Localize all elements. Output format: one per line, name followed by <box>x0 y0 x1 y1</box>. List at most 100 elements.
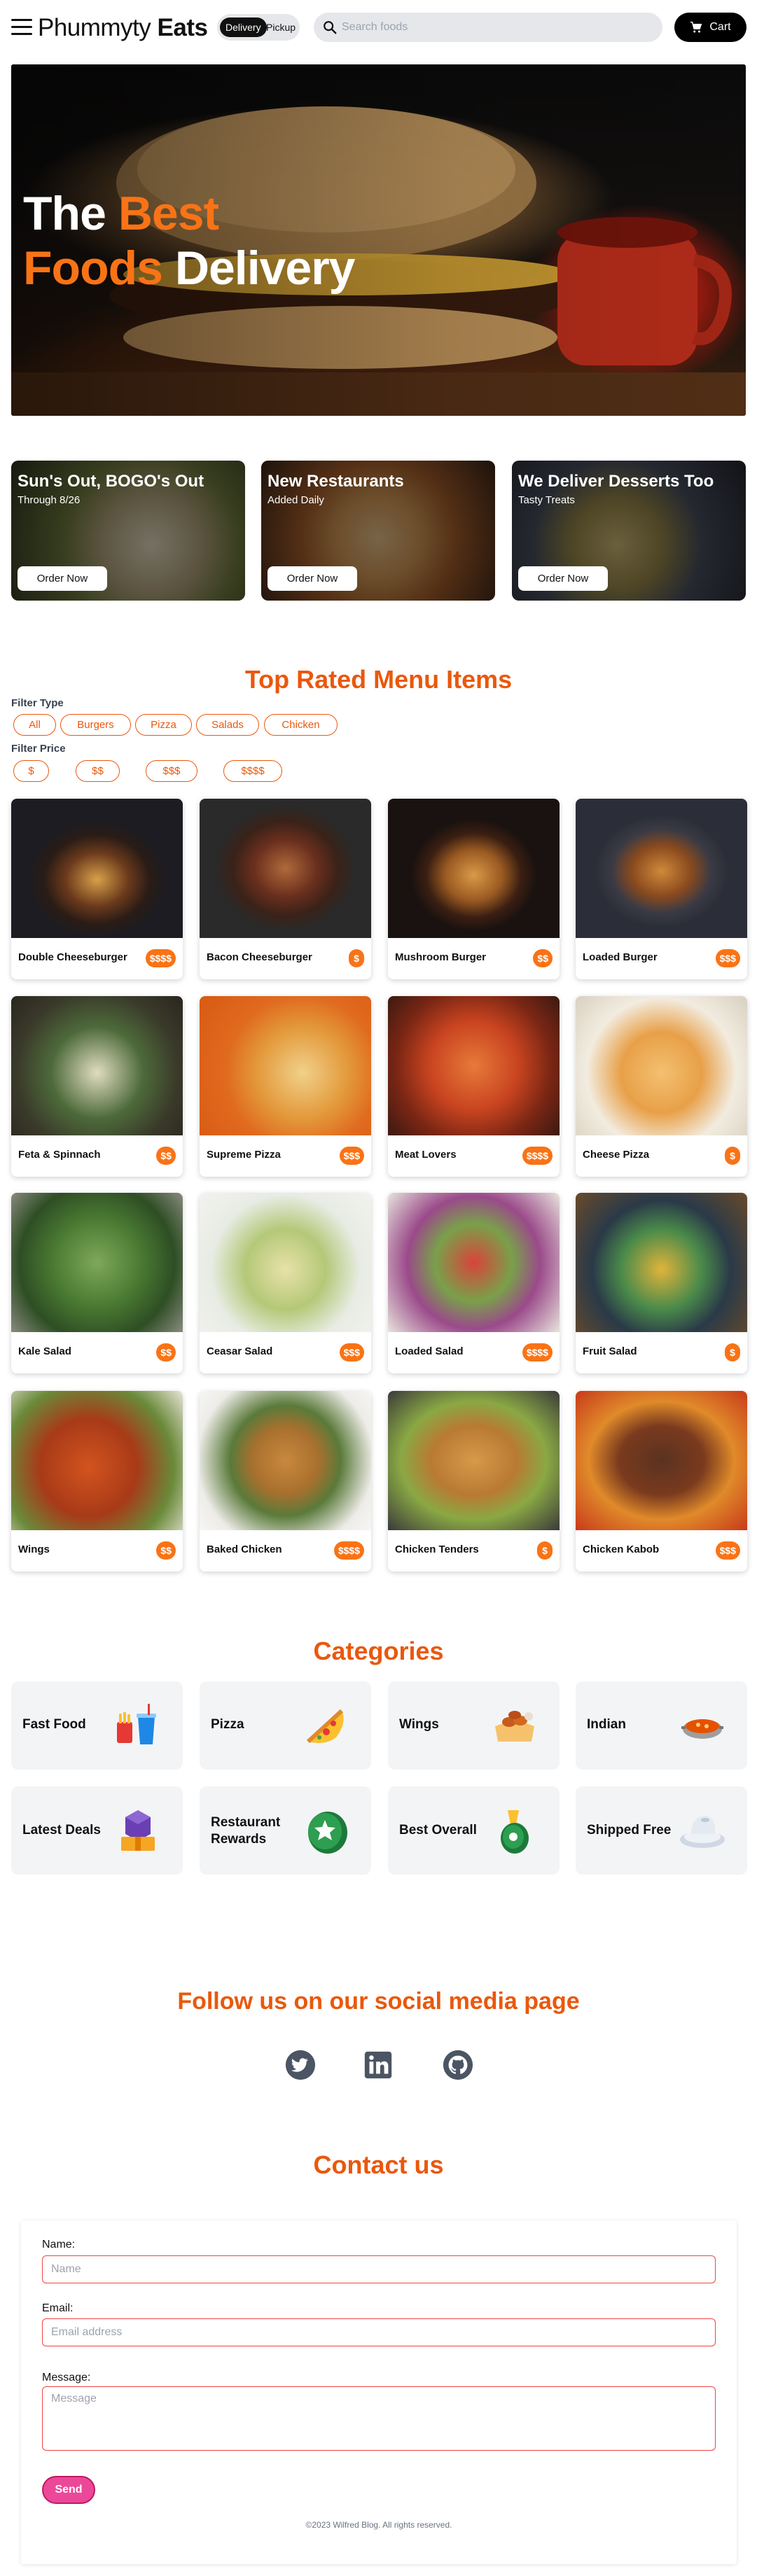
filter-type-salads[interactable]: Salads <box>196 714 259 736</box>
category-wings[interactable]: Wings <box>388 1681 560 1770</box>
hamburger-menu-icon[interactable] <box>11 19 32 36</box>
filter-price-4[interactable]: $$$$ <box>223 760 282 782</box>
item-name: Supreme Pizza <box>207 1149 281 1161</box>
menu-item-card[interactable]: Baked Chicken $$$$ <box>200 1391 371 1572</box>
item-name: Cheese Pizza <box>583 1149 650 1161</box>
filter-type-burgers[interactable]: Burgers <box>60 714 131 736</box>
menu-item-card[interactable]: Chicken Kabob $$$ <box>576 1391 747 1572</box>
github-icon[interactable] <box>442 2049 474 2081</box>
cart-icon <box>690 21 702 33</box>
filter-price-label: Filter Price <box>11 743 66 755</box>
category-indian[interactable]: Indian <box>576 1681 747 1770</box>
email-field[interactable] <box>42 2318 716 2346</box>
fast-food-icon <box>117 1704 156 1744</box>
category-best-overall[interactable]: Best Overall <box>388 1786 560 1875</box>
order-now-button[interactable]: Order Now <box>518 566 608 591</box>
category-name: Latest Deals <box>22 1823 101 1837</box>
menu-item-card[interactable]: Feta & Spinnach $$ <box>11 996 183 1177</box>
promo-card-desserts[interactable]: We Deliver Desserts Too Tasty Treats Ord… <box>512 461 746 601</box>
delivery-option[interactable]: Delivery <box>220 18 267 37</box>
price-badge: $$$ <box>339 1343 364 1362</box>
filter-type-chicken[interactable]: Chicken <box>264 714 338 736</box>
delivery-pickup-toggle[interactable]: Delivery Pickup <box>217 14 300 41</box>
menu-item-card[interactable]: Loaded Salad $$$$ <box>388 1193 560 1373</box>
search-bar <box>314 13 662 42</box>
filter-price-2[interactable]: $$ <box>76 760 120 782</box>
filter-price-1[interactable]: $ <box>13 760 49 782</box>
menu-item-card[interactable]: Double Cheeseburger $$$$ <box>11 799 183 979</box>
filter-type-all[interactable]: All <box>13 714 56 736</box>
menu-item-card[interactable]: Supreme Pizza $$$ <box>200 996 371 1177</box>
shipped-free-icon <box>680 1816 725 1848</box>
promo-card-bogo[interactable]: Sun's Out, BOGO's Out Through 8/26 Order… <box>11 461 245 601</box>
hero-title: The Best Foods Delivery <box>23 186 356 295</box>
item-name: Wings <box>18 1544 50 1555</box>
category-name: Indian <box>587 1717 626 1732</box>
menu-item-card[interactable]: Loaded Burger $$$ <box>576 799 747 979</box>
promo-title: We Deliver Desserts Too <box>518 472 714 491</box>
food-image <box>576 996 747 1135</box>
menu-item-card[interactable]: Mushroom Burger $$ <box>388 799 560 979</box>
indian-food-icon <box>681 1719 723 1739</box>
food-image <box>388 1391 560 1530</box>
name-field[interactable] <box>42 2255 716 2283</box>
menu-item-card[interactable]: Meat Lovers $$$$ <box>388 996 560 1177</box>
categories-title: Categories <box>313 1637 444 1665</box>
promo-subtitle: Added Daily <box>268 494 324 506</box>
food-image <box>200 799 371 938</box>
item-name: Fruit Salad <box>583 1345 637 1357</box>
promo-title: New Restaurants <box>268 472 404 491</box>
promo-subtitle: Tasty Treats <box>518 494 575 506</box>
price-badge: $$$$ <box>145 949 176 967</box>
email-label: Email: <box>42 2302 74 2314</box>
pickup-option[interactable]: Pickup <box>261 18 301 37</box>
food-image <box>576 1391 747 1530</box>
price-badge: $ <box>349 949 364 967</box>
message-field[interactable] <box>42 2386 716 2451</box>
linkedin-icon[interactable] <box>362 2049 394 2081</box>
item-name: Ceasar Salad <box>207 1345 273 1357</box>
cart-button[interactable]: Cart <box>674 13 746 42</box>
category-name: Best Overall <box>399 1823 477 1837</box>
item-name: Chicken Kabob <box>583 1544 660 1555</box>
menu-item-card[interactable]: Bacon Cheeseburger $ <box>200 799 371 979</box>
category-restaurant-rewards[interactable]: Restaurant Rewards <box>200 1786 371 1875</box>
promo-subtitle: Through 8/26 <box>18 494 81 506</box>
food-image <box>200 1391 371 1530</box>
food-image <box>200 1193 371 1332</box>
item-name: Mushroom Burger <box>395 951 487 963</box>
hero-line1-accent: Best <box>118 187 219 240</box>
price-badge: $$$ <box>715 1541 740 1560</box>
pizza-icon <box>306 1709 344 1744</box>
order-now-button[interactable]: Order Now <box>18 566 107 591</box>
deals-icon <box>121 1810 155 1851</box>
menu-item-card[interactable]: Cheese Pizza $ <box>576 996 747 1177</box>
category-pizza[interactable]: Pizza <box>200 1681 371 1770</box>
menu-item-card[interactable]: Wings $$ <box>11 1391 183 1572</box>
search-input[interactable] <box>342 13 650 42</box>
menu-item-card[interactable]: Fruit Salad $ <box>576 1193 747 1373</box>
category-fast-food[interactable]: Fast Food <box>11 1681 183 1770</box>
twitter-icon[interactable] <box>284 2049 317 2081</box>
send-button[interactable]: Send <box>42 2476 95 2504</box>
price-badge: $$$ <box>715 949 740 967</box>
menu-item-card[interactable]: Chicken Tenders $ <box>388 1391 560 1572</box>
price-badge: $$$ <box>339 1147 364 1165</box>
category-name: Fast Food <box>22 1717 86 1732</box>
order-now-button[interactable]: Order Now <box>268 566 357 591</box>
menu-item-card[interactable]: Kale Salad $$ <box>11 1193 183 1373</box>
hero-banner: The Best Foods Delivery <box>11 64 746 416</box>
menu-item-card[interactable]: Ceasar Salad $$$ <box>200 1193 371 1373</box>
promo-card-new-restaurants[interactable]: New Restaurants Added Daily Order Now <box>261 461 495 601</box>
food-image <box>11 996 183 1135</box>
filter-type-pizza[interactable]: Pizza <box>135 714 192 736</box>
filter-price-3[interactable]: $$$ <box>146 760 197 782</box>
brand-logo[interactable]: Phummyty Eats <box>38 14 208 42</box>
category-shipped-free[interactable]: Shipped Free <box>576 1786 747 1875</box>
item-name: Chicken Tenders <box>395 1544 479 1555</box>
price-badge: $$$$ <box>333 1541 364 1560</box>
contact-form: Name: Email: Message: Send ©2023 Wilfred… <box>21 2220 737 2564</box>
price-badge: $ <box>725 1343 740 1362</box>
category-latest-deals[interactable]: Latest Deals <box>11 1786 183 1875</box>
menu-section-title: Top Rated Menu Items <box>244 665 513 694</box>
